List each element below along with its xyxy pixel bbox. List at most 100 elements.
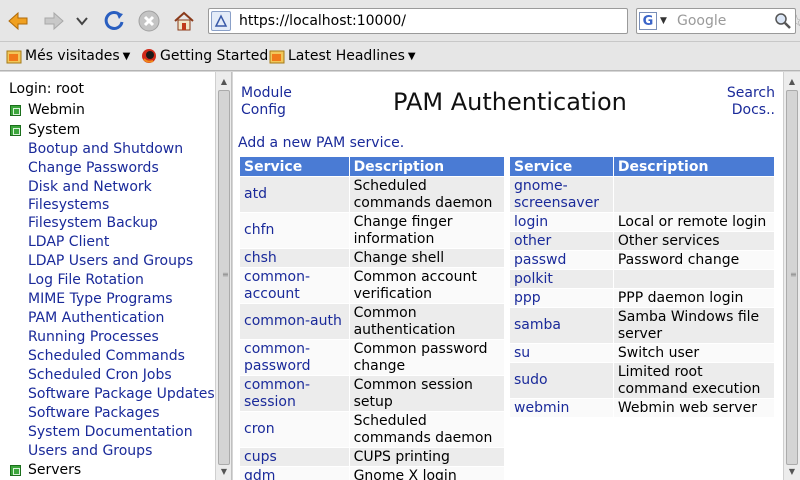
service-link[interactable]: common-password [244, 341, 310, 374]
module-config-link[interactable]: Module Config [241, 85, 311, 119]
history-dropdown-button[interactable] [74, 9, 90, 33]
column-header-description: Description [612, 156, 776, 177]
menu-item-scheduled-cron-jobs[interactable]: Scheduled Cron Jobs [28, 366, 172, 384]
service-link[interactable]: gdm [244, 468, 275, 480]
service-description: Webmin web server [612, 398, 776, 418]
service-description: Limited root command execution [612, 362, 776, 399]
site-identity-icon[interactable] [211, 11, 231, 31]
service-description: Password change [612, 250, 776, 270]
service-link[interactable]: chsh [244, 250, 277, 266]
service-link[interactable]: sudo [514, 372, 548, 388]
service-description: Switch user [612, 343, 776, 363]
left-frame-scrollbar[interactable]: ▲ ≡ ▼ [215, 72, 231, 480]
pam-services-table-left: Service Description atd Scheduled comman… [239, 156, 506, 480]
menu-item-running-processes[interactable]: Running Processes [28, 328, 159, 346]
table-row: atd Scheduled commands daemon [239, 176, 506, 213]
menu-item-bootup-shutdown[interactable]: Bootup and Shutdown [28, 140, 183, 158]
service-link[interactable]: common-auth [244, 313, 342, 329]
search-input[interactable]: Google [677, 13, 726, 29]
service-link[interactable]: chfn [244, 222, 274, 238]
service-description [612, 176, 776, 213]
url-text[interactable]: https://localhost:10000/ [239, 13, 406, 29]
bookmarks-toolbar: Més visitades ▼ Getting Started Latest H… [0, 42, 800, 71]
chevron-down-icon: ▼ [407, 50, 416, 62]
scrollbar-thumb[interactable]: ≡ [218, 90, 230, 465]
service-link[interactable]: passwd [514, 252, 566, 268]
service-link[interactable]: login [514, 214, 548, 230]
service-description: Scheduled commands daemon [348, 411, 506, 448]
scroll-up-icon[interactable]: ▲ [217, 74, 231, 88]
menu-item-ldap-users-groups[interactable]: LDAP Users and Groups [28, 252, 193, 270]
menu-item-system-documentation[interactable]: System Documentation [28, 423, 193, 441]
search-docs-link[interactable]: Search Docs.. [713, 85, 775, 119]
menu-item-users-and-groups[interactable]: Users and Groups [28, 442, 152, 460]
table-row: chfn Change finger information [239, 212, 506, 249]
service-description: Common account verification [348, 267, 506, 304]
category-system[interactable]: System [10, 122, 80, 138]
service-link[interactable]: samba [514, 317, 561, 333]
page-title: PAM Authentication [393, 88, 627, 116]
table-row: other Other services [509, 231, 776, 251]
menu-item-change-passwords[interactable]: Change Passwords [28, 159, 159, 177]
service-link[interactable]: cups [244, 449, 277, 465]
menu-item-ldap-client[interactable]: LDAP Client [28, 233, 109, 251]
menu-item-software-packages[interactable]: Software Packages [28, 404, 160, 422]
category-servers[interactable]: Servers [10, 462, 81, 478]
table-row: common-session Common session setup [239, 375, 506, 412]
menu-item-disk-network-filesystems[interactable]: Disk and Network Filesystems [28, 178, 178, 214]
stop-button[interactable] [137, 9, 161, 33]
bookmark-label: Getting Started [160, 48, 269, 64]
scrollbar-thumb[interactable]: ≡ [786, 90, 798, 465]
scroll-down-icon[interactable]: ▼ [217, 464, 231, 478]
home-button[interactable] [172, 9, 196, 33]
service-description [612, 269, 776, 289]
service-link[interactable]: cron [244, 421, 275, 437]
google-icon: G [639, 12, 657, 30]
category-webmin[interactable]: Webmin [10, 102, 85, 118]
service-link[interactable]: su [514, 345, 530, 361]
search-icon[interactable] [774, 12, 792, 30]
service-description: Local or remote login [612, 212, 776, 232]
service-description: Scheduled commands daemon [348, 176, 506, 213]
add-pam-service-link[interactable]: Add a new PAM service. [238, 135, 404, 151]
search-engine-selector[interactable]: G ▼ [639, 12, 673, 30]
menu-item-mime-type-programs[interactable]: MIME Type Programs [28, 290, 173, 308]
service-link[interactable]: common-account [244, 269, 310, 302]
column-header-description: Description [348, 156, 506, 177]
bookmark-getting-started[interactable]: Getting Started [141, 48, 268, 64]
category-label: System [28, 122, 81, 138]
menu-item-software-package-updates[interactable]: Software Package Updates [28, 385, 215, 403]
search-bar[interactable]: G ▼ Google [636, 8, 796, 34]
service-description: CUPS printing [348, 447, 506, 467]
service-link[interactable]: ppp [514, 290, 541, 306]
service-link[interactable]: gnome-screensaver [514, 178, 599, 211]
menu-item-filesystem-backup[interactable]: Filesystem Backup [28, 214, 158, 232]
right-frame-scrollbar[interactable]: ▲ ≡ ▼ [783, 72, 800, 480]
back-button[interactable] [6, 9, 30, 33]
table-row: su Switch user [509, 343, 776, 363]
service-link[interactable]: polkit [514, 271, 553, 287]
service-link[interactable]: other [514, 233, 551, 249]
rss-folder-icon [6, 50, 22, 64]
expand-icon [10, 104, 21, 116]
menu-item-log-file-rotation[interactable]: Log File Rotation [28, 271, 144, 289]
expand-icon [10, 464, 21, 476]
forward-button[interactable] [42, 9, 66, 33]
bookmark-latest-headlines[interactable]: Latest Headlines ▼ [269, 48, 416, 64]
service-link[interactable]: common-session [244, 377, 310, 410]
reload-button[interactable] [102, 9, 126, 33]
url-bar[interactable]: https://localhost:10000/ ☆ ▼ [208, 8, 800, 34]
table-row: cron Scheduled commands daemon [239, 411, 506, 448]
module-menu: Login: root Webmin System Bootup and Shu… [0, 72, 215, 480]
menu-item-scheduled-commands[interactable]: Scheduled Commands [28, 347, 185, 365]
scroll-down-icon[interactable]: ▼ [785, 464, 799, 478]
menu-item-pam-authentication[interactable]: PAM Authentication [28, 309, 164, 327]
service-link[interactable]: atd [244, 186, 267, 202]
bookmark-most-visited[interactable]: Més visitades ▼ [6, 48, 130, 64]
scroll-up-icon[interactable]: ▲ [785, 74, 799, 88]
service-description: Change shell [348, 248, 506, 268]
table-row: webmin Webmin web server [509, 398, 776, 418]
table-row: ppp PPP daemon login [509, 288, 776, 308]
pam-services-table-right: Service Description gnome-screensaver lo… [509, 156, 776, 418]
service-link[interactable]: webmin [514, 400, 569, 416]
